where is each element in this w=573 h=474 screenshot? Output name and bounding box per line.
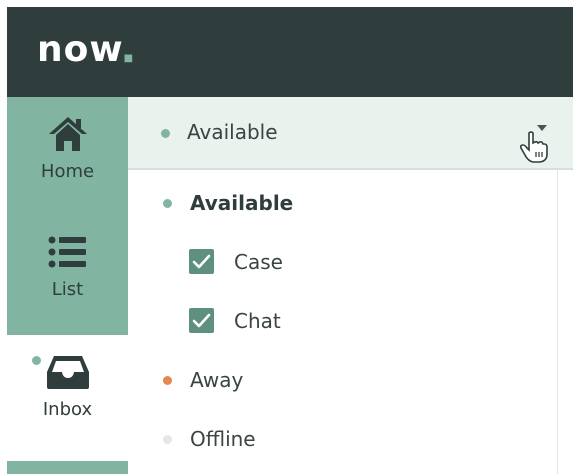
now-logo[interactable]: now■ xyxy=(37,29,134,70)
channel-case-checkbox-row[interactable]: Case xyxy=(128,233,558,291)
sidebar-item-label: Home xyxy=(40,161,95,182)
list-icon xyxy=(43,229,93,275)
app-window: now■ Home List Inbox Available Available… xyxy=(7,7,573,474)
channel-label: Chat xyxy=(234,309,281,333)
sidebar-item-label: List xyxy=(51,279,84,300)
sidebar: Home List Inbox xyxy=(7,97,128,474)
sidebar-item-label: Inbox xyxy=(42,399,93,420)
current-status: Available xyxy=(187,120,278,144)
status-dot xyxy=(163,199,172,208)
channel-chat-checkbox-row[interactable]: Chat xyxy=(128,292,558,350)
top-bar: now■ xyxy=(7,7,573,97)
status-option-available[interactable]: Available xyxy=(128,174,558,232)
hand-pointer-icon xyxy=(519,131,548,167)
case-checkbox[interactable] xyxy=(189,249,214,274)
sidebar-item-home[interactable]: Home xyxy=(7,97,128,215)
inbox-icon xyxy=(43,349,93,395)
status-dropdown-menu: Available Case Chat Away Offline xyxy=(128,170,558,474)
home-icon xyxy=(43,111,93,157)
status-option-label: Available xyxy=(190,191,294,215)
sidebar-item-inbox[interactable]: Inbox xyxy=(7,335,128,461)
channel-label: Case xyxy=(234,250,283,274)
inbox-notification-dot xyxy=(32,356,41,365)
status-option-away[interactable]: Away xyxy=(128,351,558,409)
status-dot xyxy=(163,376,172,385)
status-dot xyxy=(163,435,172,444)
status-option-offline[interactable]: Offline xyxy=(128,410,558,468)
logo-text: now xyxy=(37,29,124,70)
status-option-label: Offline xyxy=(190,427,256,451)
status-selector[interactable]: Available xyxy=(128,97,573,170)
chat-checkbox[interactable] xyxy=(189,308,214,333)
status-option-label: Away xyxy=(190,368,244,392)
sidebar-next-item xyxy=(7,461,128,474)
sidebar-item-list[interactable]: List xyxy=(7,215,128,333)
status-dot xyxy=(161,129,170,138)
